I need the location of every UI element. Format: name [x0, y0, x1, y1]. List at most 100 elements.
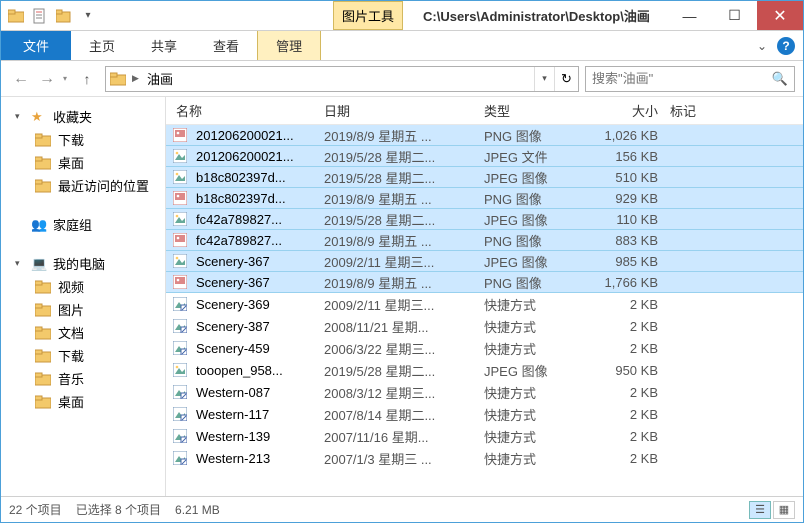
file-row[interactable]: Scenery-3672019/8/9 星期五 ...PNG 图像1,766 K… — [166, 271, 803, 293]
sidebar-homegroup[interactable]: 👥 家庭组 — [1, 213, 165, 236]
nav-back-button[interactable]: ← — [9, 67, 33, 91]
sidebar-item[interactable]: 下载 — [1, 128, 165, 151]
file-row[interactable]: fc42a789827...2019/5/28 星期二...JPEG 图像110… — [166, 208, 803, 230]
file-name: Scenery-387 — [190, 319, 318, 334]
help-icon[interactable]: ? — [777, 37, 795, 55]
properties-icon[interactable] — [29, 5, 51, 27]
close-button[interactable]: ✕ — [757, 1, 803, 30]
tab-file[interactable]: 文件 — [1, 31, 71, 60]
tab-view[interactable]: 查看 — [195, 31, 257, 60]
nav-history-dropdown[interactable]: ▾ — [61, 74, 69, 83]
new-folder-icon[interactable] — [53, 5, 75, 27]
search-icon[interactable]: 🔍 — [772, 71, 788, 87]
file-row[interactable]: b18c802397d...2019/5/28 星期二...JPEG 图像510… — [166, 166, 803, 188]
file-type: JPEG 图像 — [478, 210, 586, 229]
contextual-tab-picture-tools[interactable]: 图片工具 — [333, 1, 403, 30]
sidebar-item[interactable]: 桌面 — [1, 151, 165, 174]
folder-app-icon[interactable] — [5, 5, 27, 27]
file-type: 快捷方式 — [478, 295, 586, 314]
file-date: 2007/11/16 星期... — [318, 427, 478, 446]
file-size: 2 KB — [586, 319, 664, 334]
nav-up-button[interactable]: ↑ — [75, 67, 99, 91]
sidebar-item[interactable]: 桌面 — [1, 390, 165, 413]
quick-access-toolbar: ▾ — [1, 1, 103, 30]
column-name[interactable]: 名称 — [170, 101, 318, 120]
file-row[interactable]: Western-1392007/11/16 星期...快捷方式2 KB — [166, 425, 803, 447]
address-bar[interactable]: ▶ 油画 ▾ ↻ — [105, 66, 579, 92]
file-row[interactable]: Scenery-3692009/2/11 星期三...快捷方式2 KB — [166, 293, 803, 315]
file-row[interactable]: 201206200021...2019/5/28 星期二...JPEG 文件15… — [166, 145, 803, 167]
sidebar-label: 收藏夹 — [53, 107, 92, 126]
folder-icon — [35, 179, 52, 193]
file-row[interactable]: Western-2132007/1/3 星期三 ...快捷方式2 KB — [166, 447, 803, 469]
file-date: 2019/8/9 星期五 ... — [318, 231, 478, 250]
file-name: fc42a789827... — [190, 233, 318, 248]
file-row[interactable]: Western-0872008/3/12 星期三...快捷方式2 KB — [166, 381, 803, 403]
view-icons-button[interactable]: ▦ — [773, 501, 795, 519]
file-date: 2009/2/11 星期三... — [318, 295, 478, 314]
column-tag[interactable]: 标记 — [664, 101, 803, 120]
file-row[interactable]: Western-1172007/8/14 星期二...快捷方式2 KB — [166, 403, 803, 425]
sidebar-item[interactable]: 文档 — [1, 321, 165, 344]
file-row[interactable]: fc42a789827...2019/8/9 星期五 ...PNG 图像883 … — [166, 229, 803, 251]
search-box[interactable]: 🔍 — [585, 66, 795, 92]
minimize-button[interactable]: — — [667, 1, 712, 30]
file-type-icon — [170, 254, 190, 268]
sidebar-computer[interactable]: ▾ 💻 我的电脑 — [1, 252, 165, 275]
sidebar-label: 我的电脑 — [53, 254, 105, 273]
window-controls: — ☐ ✕ — [667, 1, 803, 30]
sidebar-item[interactable]: 视频 — [1, 275, 165, 298]
qat-dropdown-icon[interactable]: ▾ — [77, 5, 99, 27]
sidebar-item-label: 下载 — [58, 130, 84, 149]
file-size: 510 KB — [586, 170, 664, 185]
address-dropdown-icon[interactable]: ▾ — [534, 67, 554, 91]
sidebar-item[interactable]: 下载 — [1, 344, 165, 367]
column-type[interactable]: 类型 — [478, 101, 586, 120]
file-type-icon — [170, 233, 190, 247]
tree-collapse-icon[interactable]: ▾ — [15, 258, 25, 269]
file-row[interactable]: 201206200021...2019/8/9 星期五 ...PNG 图像1,0… — [166, 125, 803, 146]
file-name: tooopen_958... — [190, 363, 318, 378]
file-list-pane: 名称 日期 类型 大小 标记 201206200021...2019/8/9 星… — [166, 97, 803, 496]
sidebar-item[interactable]: 最近访问的位置 — [1, 174, 165, 197]
file-type-icon — [170, 128, 190, 142]
tab-home[interactable]: 主页 — [71, 31, 133, 60]
column-date[interactable]: 日期 — [318, 101, 478, 120]
status-selected-size: 6.21 MB — [175, 503, 220, 517]
view-details-button[interactable]: ☰ — [749, 501, 771, 519]
file-size: 1,026 KB — [586, 128, 664, 143]
file-row[interactable]: Scenery-3672009/2/11 星期三...JPEG 图像985 KB — [166, 250, 803, 272]
file-size: 156 KB — [586, 149, 664, 164]
tree-collapse-icon[interactable]: ▾ — [15, 111, 25, 122]
file-row[interactable]: Scenery-3872008/11/21 星期...快捷方式2 KB — [166, 315, 803, 337]
sidebar-item[interactable]: 音乐 — [1, 367, 165, 390]
nav-forward-button[interactable]: → — [35, 67, 59, 91]
navigation-sidebar: ▾ ★ 收藏夹 下载桌面最近访问的位置 👥 家庭组 ▾ 💻 我的电脑 视频图片文… — [1, 97, 166, 496]
file-type: 快捷方式 — [478, 339, 586, 358]
file-size: 2 KB — [586, 385, 664, 400]
search-input[interactable] — [592, 71, 772, 86]
status-item-count: 22 个项目 — [9, 501, 62, 518]
tab-share[interactable]: 共享 — [133, 31, 195, 60]
breadcrumb-separator-icon[interactable]: ▶ — [130, 73, 141, 84]
file-type-icon — [170, 407, 190, 421]
file-name: 201206200021... — [190, 128, 318, 143]
file-size: 985 KB — [586, 254, 664, 269]
file-row[interactable]: b18c802397d...2019/8/9 星期五 ...PNG 图像929 … — [166, 187, 803, 209]
refresh-button[interactable]: ↻ — [554, 67, 578, 91]
column-size[interactable]: 大小 — [586, 101, 664, 120]
sidebar-favorites[interactable]: ▾ ★ 收藏夹 — [1, 105, 165, 128]
file-row[interactable]: Scenery-4592006/3/22 星期三...快捷方式2 KB — [166, 337, 803, 359]
file-type-icon — [170, 363, 190, 377]
file-row[interactable]: tooopen_958...2019/5/28 星期二...JPEG 图像950… — [166, 359, 803, 381]
file-name: fc42a789827... — [190, 212, 318, 227]
ribbon-expand-icon[interactable]: ⌄ — [757, 39, 767, 53]
file-type-icon — [170, 275, 190, 289]
file-size: 110 KB — [586, 212, 664, 227]
sidebar-item[interactable]: 图片 — [1, 298, 165, 321]
breadcrumb-current[interactable]: 油画 — [141, 67, 179, 91]
file-date: 2008/3/12 星期三... — [318, 383, 478, 402]
tab-manage[interactable]: 管理 — [257, 31, 321, 60]
maximize-button[interactable]: ☐ — [712, 1, 757, 30]
status-bar: 22 个项目 已选择 8 个项目 6.21 MB ☰ ▦ — [1, 496, 803, 522]
